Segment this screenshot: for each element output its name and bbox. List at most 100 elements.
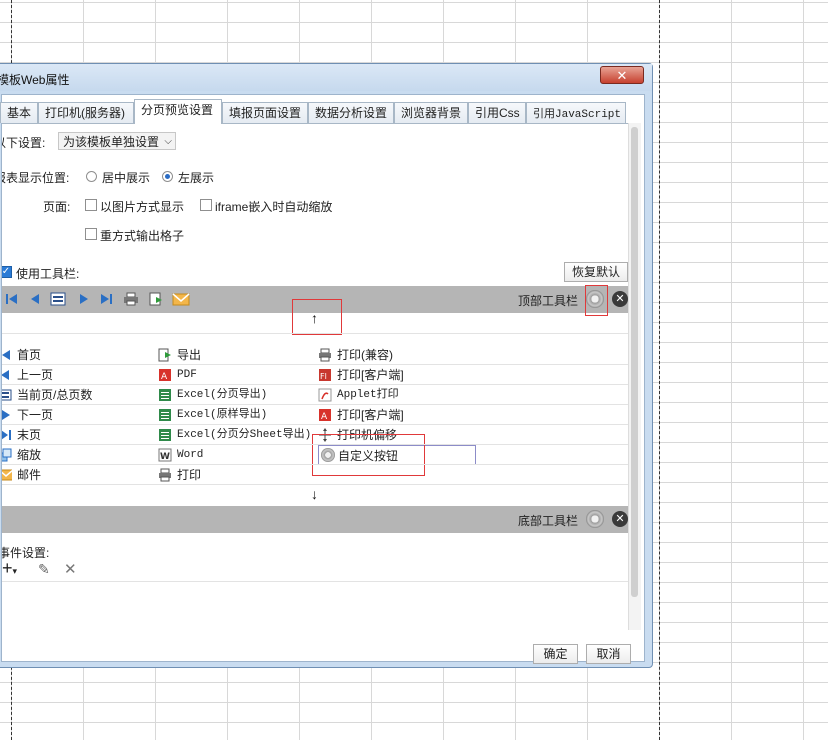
edit-icon[interactable]: ✎ <box>38 561 50 578</box>
excel-icon <box>159 389 171 401</box>
checkbox-use-toolbar[interactable]: ✓ <box>2 266 12 278</box>
list-item-label: Excel(原样导出) <box>177 409 268 421</box>
radio-left[interactable] <box>162 171 173 182</box>
tab-printer-server[interactable]: 打印机(服务器) <box>38 102 134 123</box>
list-item-label: 打印(兼容) <box>337 348 393 362</box>
list-item-label: 末页 <box>17 428 42 442</box>
tab-paging-preview[interactable]: 分页预览设置 <box>134 99 222 124</box>
list-item-label: 首页 <box>17 348 42 362</box>
previous-page-icon[interactable] <box>27 291 43 307</box>
tab-basic[interactable]: 基本 <box>0 102 38 123</box>
use-toolbar-label: 使用工具栏: <box>16 267 80 281</box>
list-item-label: 打印[客户端] <box>337 368 404 382</box>
last-page-icon <box>2 430 11 440</box>
last-page-icon[interactable] <box>98 291 114 307</box>
dialog-body: 基本 打印机(服务器) 分页预览设置 填报页面设置 数据分析设置 浏览器背景 引… <box>0 94 645 664</box>
page-count-icon <box>2 389 12 401</box>
chevron-down-icon: ⌵ <box>164 136 172 147</box>
scrollbar-thumb[interactable] <box>631 127 638 597</box>
dialog-title: 模板Web属性 <box>0 73 70 87</box>
excel-icon <box>159 409 171 421</box>
cancel-button[interactable]: 取消 <box>586 644 631 664</box>
first-page-icon[interactable] <box>4 291 20 307</box>
printer-icon <box>319 348 331 362</box>
highlight-gear <box>585 285 608 316</box>
settings-label: 以下设置: <box>2 136 46 150</box>
divider <box>2 333 628 334</box>
list-item-label: Excel(分页分Sheet导出) <box>177 429 312 441</box>
checkbox-output-grid[interactable] <box>85 228 97 240</box>
svg-text:A: A <box>161 372 168 382</box>
tab-javascript[interactable]: 引用JavaScript <box>526 102 626 123</box>
email-icon <box>2 469 12 481</box>
list-item-label: Word <box>177 449 204 461</box>
checkbox-iframe-scale[interactable] <box>200 199 212 211</box>
top-toolbar-remove-icon[interactable]: ✕ <box>612 291 628 307</box>
web-properties-dialog: 模板Web属性 ✕ 基本 打印机(服务器) 分页预览设置 填报页面设置 数据分析… <box>0 63 653 668</box>
list-item-label: 打印 <box>177 468 202 482</box>
checkbox-iframe-scale-label: iframe嵌入时自动缩放 <box>215 200 333 214</box>
divider <box>2 424 628 425</box>
delete-icon[interactable]: ✕ <box>64 560 77 578</box>
divider <box>2 444 628 445</box>
tab-browser-bg[interactable]: 浏览器背景 <box>394 102 468 123</box>
export-icon[interactable] <box>148 291 164 307</box>
excel-icon <box>159 429 171 441</box>
list-item-label: 导出 <box>177 348 202 362</box>
title-bar[interactable]: 模板Web属性 ✕ <box>0 64 652 91</box>
checkbox-image-mode-label: 以图片方式显示 <box>100 200 185 214</box>
svg-text:W: W <box>160 452 170 462</box>
first-page-icon <box>2 350 10 360</box>
settings-select[interactable]: 为该模板单独设置 ⌵ <box>58 132 176 150</box>
pdf-print-icon: A <box>319 409 331 422</box>
divider <box>2 404 628 405</box>
svg-text:Fl: Fl <box>320 372 327 381</box>
bottom-toolbar-strip: 底部工具栏 ✕ <box>2 506 628 533</box>
radio-left-label: 左展示 <box>178 171 215 185</box>
tab-fill-page[interactable]: 填报页面设置 <box>222 102 308 123</box>
svg-text:A: A <box>321 412 328 422</box>
bottom-toolbar-remove-icon[interactable]: ✕ <box>612 511 628 527</box>
checkbox-output-grid-label: 重方式输出格子 <box>100 229 185 243</box>
email-icon[interactable] <box>172 291 190 307</box>
vertical-scrollbar[interactable] <box>628 123 641 630</box>
applet-print-icon <box>318 388 332 402</box>
tab-bar: 基本 打印机(服务器) 分页预览设置 填报页面设置 数据分析设置 浏览器背景 引… <box>0 99 642 124</box>
tab-data-analysis[interactable]: 数据分析设置 <box>308 102 394 123</box>
list-item-label: 下一页 <box>17 408 54 422</box>
report-position-label: 报表显示位置: <box>2 171 70 185</box>
restore-default-button[interactable]: 恢复默认 <box>564 262 628 282</box>
bottom-toolbar-gear-icon[interactable] <box>586 510 604 528</box>
next-page-icon[interactable] <box>76 291 92 307</box>
checkbox-image-mode[interactable] <box>85 199 97 211</box>
page-count-icon[interactable] <box>50 291 66 307</box>
paging-preview-panel: 以下设置: 为该模板单独设置 ⌵ 报表显示位置: 居中展示 左展示 页面: 以图… <box>2 123 628 631</box>
printer-icon[interactable] <box>123 291 139 307</box>
list-item-label: 上一页 <box>17 368 54 382</box>
export-icon <box>158 348 171 362</box>
move-up-arrow-icon[interactable]: ↑ <box>311 310 318 326</box>
add-icon[interactable]: +▾ <box>2 558 17 579</box>
tab-javascript-label: 引用JavaScript <box>533 109 622 121</box>
ok-button[interactable]: 确定 <box>533 644 578 664</box>
list-item-label: 当前页/总页数 <box>17 388 93 402</box>
list-item-label: 缩放 <box>17 448 42 462</box>
divider <box>2 384 628 385</box>
pdf-icon: A <box>159 369 171 382</box>
zoom-icon <box>2 448 12 462</box>
move-down-arrow-icon[interactable]: ↓ <box>311 486 318 502</box>
list-item-label: 邮件 <box>17 468 42 482</box>
list-item-label: 打印[客户端] <box>337 408 404 422</box>
settings-select-value: 为该模板单独设置 <box>63 135 160 149</box>
divider <box>2 464 628 465</box>
list-item-label: PDF <box>177 369 197 381</box>
list-item-label: Excel(分页导出) <box>177 389 268 401</box>
next-page-icon <box>2 410 10 420</box>
highlight-custom-button <box>312 434 425 476</box>
divider <box>2 364 628 365</box>
close-button[interactable]: ✕ <box>600 66 644 84</box>
radio-center[interactable] <box>86 171 97 182</box>
divider <box>2 484 628 485</box>
tab-css[interactable]: 引用Css <box>468 102 526 123</box>
page-label: 页面: <box>43 200 71 214</box>
